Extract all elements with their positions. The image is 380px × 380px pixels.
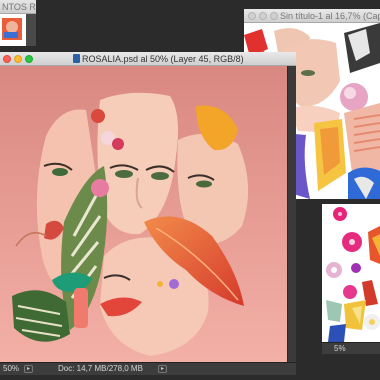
main-vertical-scrollbar[interactable]	[287, 66, 296, 362]
flowers-statusbar: 5%	[322, 342, 380, 354]
rosalia-collage-art	[0, 66, 287, 362]
flowers-art	[322, 204, 380, 342]
main-statusbar: 50% ▸ Doc: 14,7 MB/278,0 MB ▸	[0, 362, 296, 375]
window-back-left-titlebar[interactable]: NTOS R...	[0, 0, 36, 14]
window-sin-titulo-title: Sin título-1 al 16,7% (Capa 8, RGB/8)	[280, 11, 380, 21]
window-back-left-title: NTOS R...	[2, 2, 36, 12]
main-titlebar[interactable]: ROSALIA.psd al 50% (Layer 45, RGB/8)	[0, 52, 296, 66]
back-left-thumbnail	[0, 14, 26, 46]
close-button[interactable]	[3, 55, 11, 63]
window-main-document[interactable]: ROSALIA.psd al 50% (Layer 45, RGB/8) 50%…	[0, 52, 296, 375]
right-arrow-icon[interactable]: ▸	[158, 365, 167, 373]
minimize-button[interactable]	[259, 12, 267, 20]
window-flowers[interactable]: 5%	[322, 204, 380, 354]
minimize-button[interactable]	[14, 55, 22, 63]
right-arrow-icon[interactable]: ▸	[24, 365, 33, 373]
zoom-button[interactable]	[25, 55, 33, 63]
main-zoom-level[interactable]: 50%	[3, 363, 19, 375]
back-left-scrollbar[interactable]	[26, 14, 36, 46]
document-icon	[73, 54, 80, 63]
flowers-canvas[interactable]	[322, 204, 380, 342]
document-size-info: Doc: 14,7 MB/278,0 MB	[58, 364, 143, 373]
close-button[interactable]	[248, 12, 256, 20]
window-sin-titulo-titlebar[interactable]: Sin título-1 al 16,7% (Capa 8, RGB/8)	[244, 9, 380, 23]
main-canvas[interactable]	[0, 66, 287, 362]
main-window-title: ROSALIA.psd al 50% (Layer 45, RGB/8)	[82, 54, 244, 64]
zoom-button[interactable]	[270, 12, 278, 20]
window-back-left[interactable]: NTOS R...	[0, 0, 36, 46]
flowers-zoom-level[interactable]: 5%	[334, 343, 346, 354]
back-left-thumbnail-art	[2, 18, 22, 40]
